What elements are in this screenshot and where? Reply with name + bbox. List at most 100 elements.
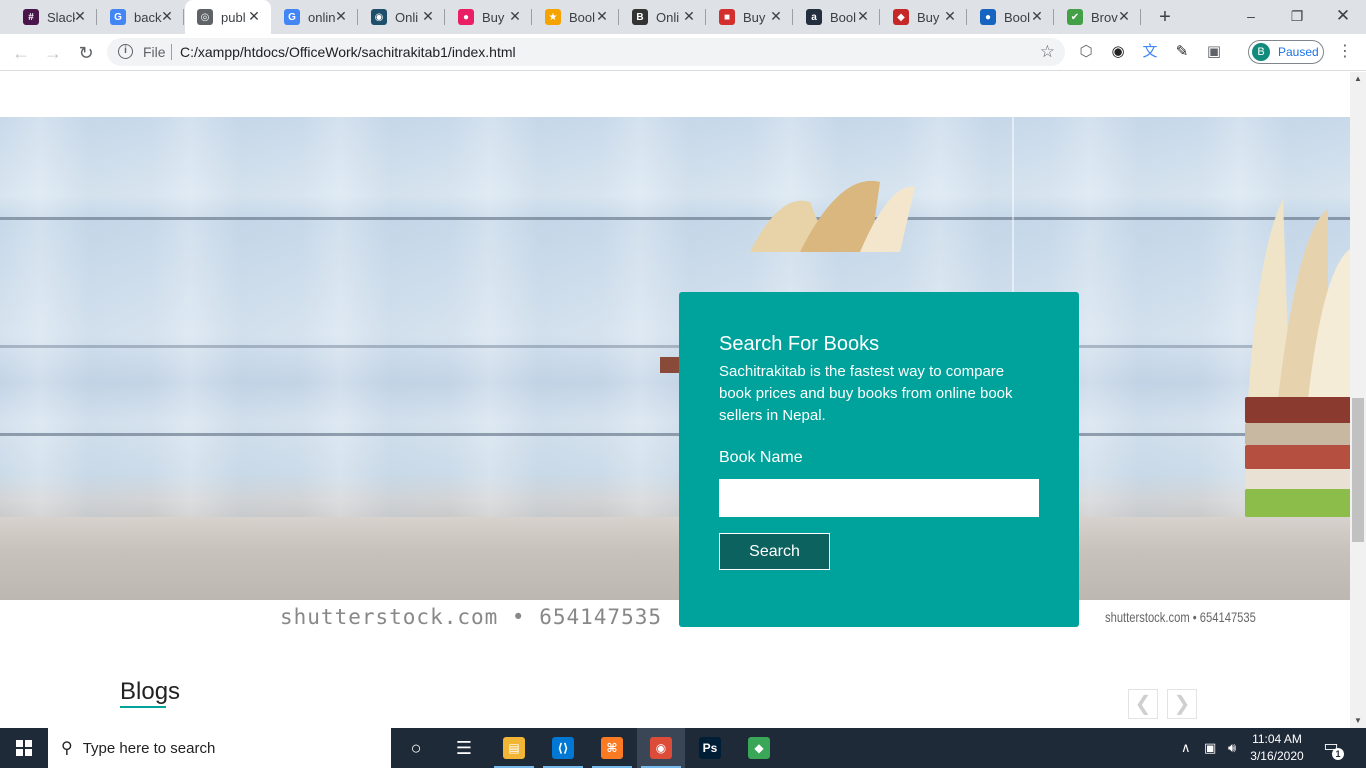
site-info-icon[interactable]: i xyxy=(118,44,133,59)
restore-button[interactable]: ❐ xyxy=(1274,0,1320,32)
browser-menu-icon[interactable]: ⋮ xyxy=(1337,43,1353,61)
action-center-icon[interactable]: ▭ 1 xyxy=(1318,736,1344,760)
close-window-button[interactable]: ✕ xyxy=(1320,0,1366,32)
taskbar-search-box[interactable]: ⚲ Type here to search xyxy=(48,728,391,768)
tab-close-icon[interactable]: ✕ xyxy=(1030,9,1044,23)
tab-separator xyxy=(357,9,358,25)
tray-overflow-icon[interactable]: ∧ xyxy=(1181,728,1191,768)
windows-logo-icon xyxy=(16,740,32,756)
search-card-title: Search For Books xyxy=(719,333,880,355)
site-icon: ● xyxy=(980,9,996,25)
browser-tab[interactable]: ✔ Brov ✕ xyxy=(1055,0,1141,34)
taskbar-vscode-button[interactable]: ⟨⟩ xyxy=(539,728,587,768)
tab-close-icon[interactable]: ✕ xyxy=(595,9,609,23)
taskbar-file-explorer-button[interactable]: ▤ xyxy=(490,728,538,768)
tab-close-icon[interactable]: ✕ xyxy=(769,9,783,23)
tab-close-icon[interactable]: ✕ xyxy=(943,9,957,23)
address-bar[interactable]: i File C:/xampp/htdocs/OfficeWork/sachit… xyxy=(107,38,1065,66)
taskbar-chrome-button[interactable]: ◉ xyxy=(637,728,685,768)
address-scheme: File xyxy=(143,44,166,60)
back-button[interactable]: ← xyxy=(9,41,33,65)
tab-close-icon[interactable]: ✕ xyxy=(160,9,174,23)
browser-tab[interactable]: # Slack✕ xyxy=(11,0,97,34)
blogs-heading: Blogs xyxy=(120,678,181,705)
tab-close-icon[interactable]: ✕ xyxy=(73,9,87,23)
pen-icon[interactable]: ✎ xyxy=(1173,43,1191,61)
translate-icon[interactable]: 文 xyxy=(1141,43,1159,61)
browser-tab[interactable]: Gonlin ✕ xyxy=(272,0,358,34)
tab-close-icon[interactable]: ✕ xyxy=(421,9,435,23)
search-button[interactable]: Search xyxy=(719,533,830,570)
browser-tab[interactable]: ◉ Onli ✕ xyxy=(359,0,445,34)
open-book-image xyxy=(750,180,915,252)
scrollbar-thumb[interactable] xyxy=(1352,398,1364,542)
browser-tab-label: Slack xyxy=(47,9,75,25)
taskbar-xampp-button[interactable]: ⌘ xyxy=(588,728,636,768)
tab-close-icon[interactable]: ✕ xyxy=(682,9,696,23)
taskbar-layers-app-button[interactable]: ◆ xyxy=(735,728,783,768)
carousel-prev-button[interactable]: ❮ xyxy=(1128,689,1158,719)
tab-close-icon[interactable]: ✕ xyxy=(1117,9,1131,23)
browser-tab[interactable]: B Onli ✕ xyxy=(620,0,706,34)
page-scrollbar[interactable]: ▲ ▼ xyxy=(1350,72,1366,728)
browser-tab[interactable]: ● Bool ✕ xyxy=(968,0,1054,34)
tab-separator xyxy=(1053,9,1054,25)
network-icon[interactable]: ▣ xyxy=(1204,728,1216,768)
browser-tab[interactable]: a Bool ✕ xyxy=(794,0,880,34)
site-icon: ★ xyxy=(545,9,561,25)
blogs-heading-underline xyxy=(120,706,166,708)
forward-button[interactable]: → xyxy=(41,41,65,65)
tab-close-icon[interactable]: ✕ xyxy=(247,9,261,23)
browser-tab-label: Brov xyxy=(1091,9,1118,25)
vscode-icon: ⟨⟩ xyxy=(552,737,574,759)
amazon-icon: a xyxy=(806,9,822,25)
camera-icon[interactable]: ▣ xyxy=(1205,43,1223,61)
google-icon: G xyxy=(284,9,300,25)
minimize-button[interactable]: – xyxy=(1228,0,1274,32)
browser-tab[interactable]: ★ Bool ✕ xyxy=(533,0,619,34)
site-icon: ◉ xyxy=(371,9,387,25)
site-icon: ■ xyxy=(719,9,735,25)
hero-table-surface xyxy=(0,517,1350,600)
browser-tab[interactable]: ◎ publ ✕ xyxy=(185,0,271,34)
file-explorer-icon: ▤ xyxy=(503,737,525,759)
bookmark-star-icon[interactable]: ☆ xyxy=(1040,42,1055,62)
reload-button[interactable]: ↻ xyxy=(74,41,98,65)
google-icon: G xyxy=(110,9,126,25)
clock-time: 11:04 AM xyxy=(1252,732,1302,746)
scroll-down-arrow-icon[interactable]: ▼ xyxy=(1350,714,1366,728)
tab-separator xyxy=(792,9,793,25)
tab-close-icon[interactable]: ✕ xyxy=(334,9,348,23)
search-card-description: Sachitrakitab is the fastest way to comp… xyxy=(719,363,1013,424)
search-icon: ⚲ xyxy=(61,740,73,757)
address-url[interactable]: C:/xampp/htdocs/OfficeWork/sachitrakitab… xyxy=(180,44,516,60)
start-button[interactable] xyxy=(0,728,48,768)
browser-tab[interactable]: ● Buy ✕ xyxy=(446,0,532,34)
clock-date: 3/16/2020 xyxy=(1250,749,1304,763)
profile-button[interactable]: B Paused xyxy=(1248,40,1324,64)
browser-tab[interactable]: Gback ✕ xyxy=(98,0,184,34)
taskbar-clock[interactable]: 11:04 AM 3/16/2020 xyxy=(1248,731,1306,765)
volume-icon[interactable]: 🔊︎ xyxy=(1228,728,1236,768)
extension-cube-icon[interactable]: ⬡ xyxy=(1077,43,1095,61)
tab-close-icon[interactable]: ✕ xyxy=(856,9,870,23)
photoshop-icon: Ps xyxy=(699,737,721,759)
taskbar-photoshop-button[interactable]: Ps xyxy=(686,728,734,768)
address-divider xyxy=(171,44,172,60)
book-icon: ◆ xyxy=(893,9,909,25)
browser-tab[interactable]: ■ Buy ✕ xyxy=(707,0,793,34)
browser-tab-label: Buy xyxy=(917,9,940,25)
carousel-next-button[interactable]: ❯ xyxy=(1167,689,1197,719)
browser-tab[interactable]: ◆ Buy ✕ xyxy=(881,0,967,34)
book-name-input[interactable] xyxy=(719,479,1039,517)
new-tab-button[interactable]: + xyxy=(1154,6,1176,28)
profile-avatar: B xyxy=(1252,43,1270,61)
taskbar-timeline-button[interactable]: ☰ xyxy=(440,728,488,768)
scroll-up-arrow-icon[interactable]: ▲ xyxy=(1350,72,1366,86)
tab-separator xyxy=(705,9,706,25)
tab-close-icon[interactable]: ✕ xyxy=(508,9,522,23)
hero-wood-background xyxy=(0,117,1350,552)
browser-tab-label: Onli xyxy=(656,9,680,25)
extension-color-icon[interactable]: ◉ xyxy=(1109,43,1127,61)
taskbar-task-view-button[interactable]: ○ xyxy=(392,728,440,768)
